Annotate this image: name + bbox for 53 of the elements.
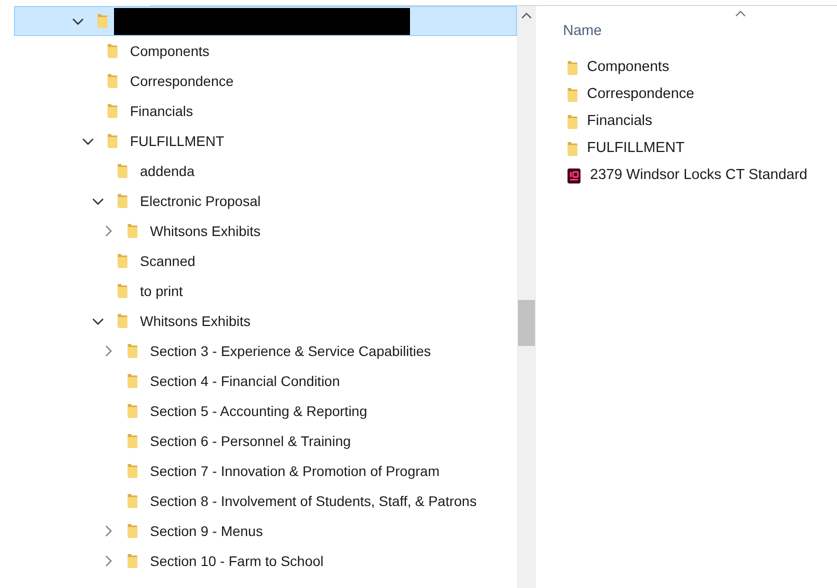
tree-item[interactable]: Electronic Proposal — [14, 186, 517, 216]
tree-item[interactable]: Section 6 - Personnel & Training — [14, 426, 517, 456]
tree-item[interactable]: to print — [14, 276, 517, 306]
tree-item[interactable]: Section 9 - Menus — [14, 516, 517, 546]
folder-icon — [117, 253, 128, 269]
tree-item[interactable] — [14, 6, 517, 36]
folder-icon — [567, 140, 578, 156]
file-name[interactable]: Financials — [587, 110, 652, 132]
tree-item[interactable]: addenda — [14, 156, 517, 186]
scrollbar[interactable] — [517, 6, 536, 588]
folder-icon — [107, 73, 118, 89]
file-name[interactable]: 2379 Windsor Locks CT Standard — [590, 164, 808, 186]
tree-item[interactable]: Section 4 - Financial Condition — [14, 366, 517, 396]
file-name[interactable]: Components — [587, 56, 670, 78]
scroll-up-icon[interactable] — [521, 12, 532, 19]
tree-item[interactable]: Section 10 - Farm to School — [14, 546, 517, 576]
column-header[interactable]: Name — [563, 23, 602, 39]
folder-icon — [567, 86, 578, 102]
folder-icon — [127, 223, 138, 239]
document-icon — [567, 168, 581, 184]
folder-icon — [127, 523, 138, 539]
folder-icon — [117, 193, 128, 209]
folder-icon — [127, 343, 138, 359]
file-name[interactable]: FULFILLMENT — [587, 138, 684, 160]
tree-item[interactable]: Section 5 - Accounting & Reporting — [14, 396, 517, 426]
sort-caret-icon — [735, 10, 746, 17]
scrollbar-thumb[interactable] — [518, 300, 535, 346]
tree-item[interactable]: Whitsons Exhibits — [14, 216, 517, 246]
folder-icon — [127, 463, 138, 479]
tree-item[interactable]: Section 8 - Involvement of Students, Staff, & Patrons — [14, 486, 517, 516]
folder-icon — [567, 60, 578, 76]
tree-item[interactable]: Whitsons Exhibits — [14, 306, 517, 336]
folder-icon — [127, 433, 138, 449]
folder-icon — [107, 133, 118, 149]
tree-item[interactable]: Section 7 - Innovation & Promotion of Program — [14, 456, 517, 486]
folder-icon — [127, 553, 138, 569]
folder-icon — [127, 403, 138, 419]
folder-icon — [107, 43, 118, 59]
folder-icon — [107, 103, 118, 119]
tree-item[interactable]: Section 3 - Experience & Service Capabilities — [14, 336, 517, 366]
folder-icon — [117, 313, 128, 329]
file-name[interactable]: Correspondence — [587, 84, 694, 106]
folder-icon — [127, 373, 138, 389]
folder-icon — [117, 163, 128, 179]
tree-item[interactable]: Scanned — [14, 246, 517, 276]
folder-icon — [117, 283, 128, 299]
folder-icon — [97, 13, 108, 29]
folder-icon — [567, 114, 578, 130]
tree-item[interactable]: FULFILLMENT — [14, 126, 517, 156]
tree-item[interactable]: Components — [14, 36, 517, 66]
folder-icon — [127, 493, 138, 509]
tree-item[interactable]: Financials — [14, 96, 517, 126]
tree-item[interactable]: Correspondence — [14, 66, 517, 96]
